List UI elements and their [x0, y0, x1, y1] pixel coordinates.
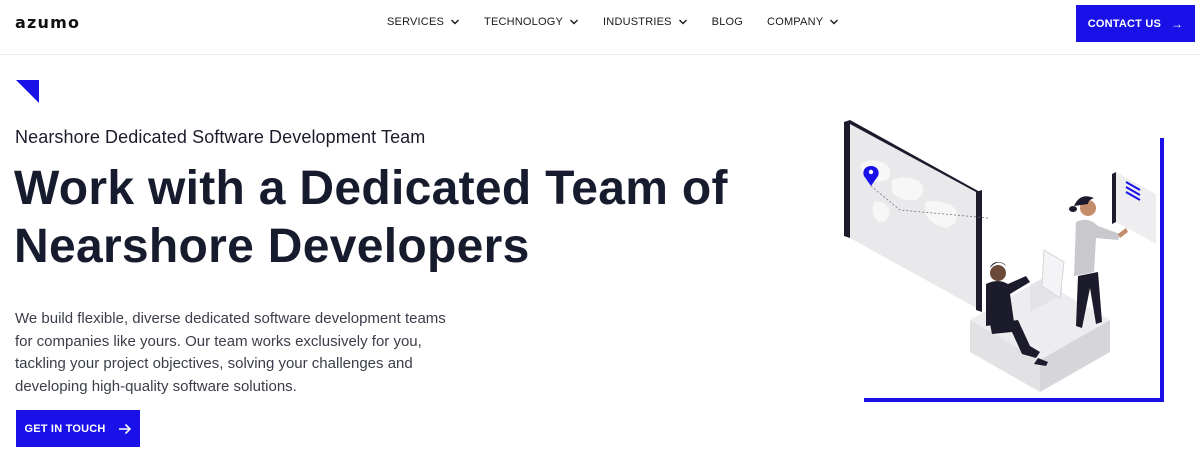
nav-item-company[interactable]: COMPANY — [767, 16, 839, 28]
nav-item-services[interactable]: SERVICES — [387, 16, 460, 28]
team-illustration — [844, 120, 1164, 402]
hero-headline-line1: Work with a Dedicated Team of — [14, 162, 728, 215]
chevron-down-icon — [830, 19, 839, 25]
logo[interactable]: azumo — [15, 13, 80, 32]
arrow-right-icon — [118, 423, 131, 434]
arrow-right-icon: → — [1171, 16, 1184, 31]
chevron-down-icon — [451, 19, 460, 25]
chevron-down-icon — [570, 19, 579, 25]
main-nav: SERVICES TECHNOLOGY INDUSTRIES BLOG COMP… — [387, 16, 863, 28]
contact-us-label: CONTACT US — [1087, 17, 1162, 30]
nav-item-label: COMPANY — [767, 16, 824, 28]
chevron-down-icon — [678, 19, 687, 25]
corner-triangle-icon — [16, 80, 39, 103]
contact-us-button[interactable]: CONTACT US → — [1076, 5, 1195, 42]
get-in-touch-button[interactable]: GET IN TOUCH — [16, 410, 140, 447]
nav-item-label: BLOG — [711, 16, 744, 28]
nav-item-technology[interactable]: TECHNOLOGY — [484, 16, 579, 28]
nav-item-blog[interactable]: BLOG — [712, 16, 743, 28]
nav-item-label: TECHNOLOGY — [484, 16, 564, 28]
hero-description: We build flexible, diverse dedicated sof… — [15, 310, 446, 395]
nav-item-label: INDUSTRIES — [603, 16, 672, 28]
nav-item-label: SERVICES — [387, 16, 445, 28]
get-in-touch-label: GET IN TOUCH — [24, 422, 106, 435]
nav-item-industries[interactable]: INDUSTRIES — [603, 16, 688, 28]
site-header: azumo SERVICES TECHNOLOGY INDUSTRIES BLO… — [0, 0, 1200, 55]
hero-headline-line2: Nearshore Developers — [14, 220, 530, 273]
hero-headline: Work with a Dedicated Team of Nearshore … — [14, 160, 734, 276]
hero-eyebrow: Nearshore Dedicated Software Development… — [15, 127, 426, 147]
